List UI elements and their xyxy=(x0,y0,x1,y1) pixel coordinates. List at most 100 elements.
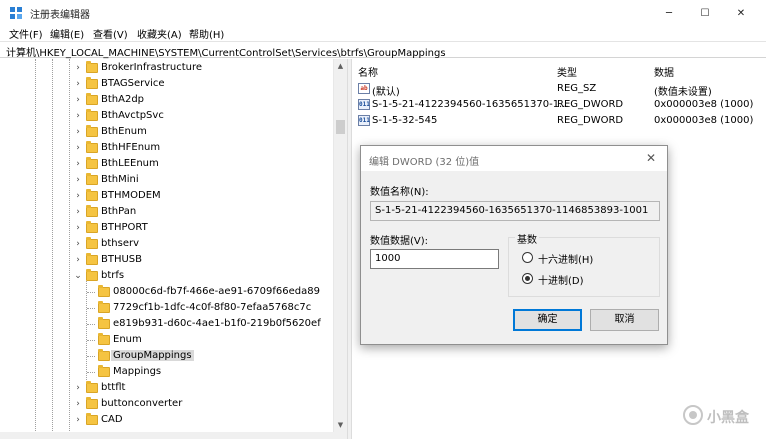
expand-chevron-icon[interactable]: › xyxy=(73,63,83,73)
tree-item[interactable]: › BTHPORT xyxy=(0,221,346,237)
watermark: 小黑盒 xyxy=(683,403,763,427)
tree-item[interactable]: › BthEnum xyxy=(0,125,346,141)
tree-item[interactable]: › bthserv xyxy=(0,237,346,253)
tree-item[interactable]: › BTHMODEM xyxy=(0,189,346,205)
expand-chevron-icon[interactable]: › xyxy=(73,383,83,393)
value-row[interactable]: 011 S-1-5-32-545 REG_DWORD 0x000003e8 (1… xyxy=(352,113,766,129)
menu-view[interactable]: 查看(V) xyxy=(93,26,128,41)
address-bar[interactable]: 计算机\HKEY_LOCAL_MACHINE\SYSTEM\CurrentCon… xyxy=(0,41,766,59)
value-name-field: S-1-5-21-4122394560-1635651370-114685389… xyxy=(370,201,660,221)
watermark-logo-icon xyxy=(683,405,703,425)
tree-item[interactable]: › BthAvctpSvc xyxy=(0,109,346,125)
expand-chevron-icon[interactable]: › xyxy=(73,223,83,233)
tree-item[interactable]: Mappings xyxy=(0,365,346,381)
expand-chevron-icon[interactable]: › xyxy=(73,207,83,217)
tree-item[interactable]: 08000c6d-fb7f-466e-ae91-6709f66eda89 xyxy=(0,285,346,301)
tree-item[interactable]: › buttonconverter xyxy=(0,397,346,413)
collapse-chevron-icon[interactable]: ⌄ xyxy=(73,271,83,281)
decimal-radio-label[interactable]: 十进制(D) xyxy=(538,272,584,287)
tree-item-selected[interactable]: GroupMappings xyxy=(0,349,346,365)
decimal-radio[interactable] xyxy=(522,273,533,284)
column-header-data[interactable]: 数据 xyxy=(654,64,674,79)
expand-chevron-icon[interactable]: › xyxy=(73,239,83,249)
tree-item[interactable]: › CAD xyxy=(0,413,346,429)
folder-icon xyxy=(98,317,110,329)
value-data-label: 数值数据(V): xyxy=(370,236,429,247)
menu-help[interactable]: 帮助(H) xyxy=(189,26,224,41)
maximize-icon: ☐ xyxy=(700,7,710,19)
tree-item[interactable]: › BTAGService xyxy=(0,77,346,93)
tree-item-label: BTHUSB xyxy=(101,254,143,265)
expand-chevron-icon[interactable]: › xyxy=(73,255,83,265)
expand-chevron-icon[interactable]: › xyxy=(73,143,83,153)
expand-chevron-icon[interactable]: › xyxy=(73,191,83,201)
tree-item-label: e819b931-d60c-4ae1-b1f0-219b0f5620ef xyxy=(113,318,321,329)
close-icon: ✕ xyxy=(736,7,746,19)
value-type: REG_SZ xyxy=(557,83,597,94)
dialog-close-icon[interactable]: ✕ xyxy=(643,150,659,166)
maximize-button[interactable]: ☐ xyxy=(687,0,723,26)
tree-item-label: btrfs xyxy=(101,270,125,281)
tree-item[interactable]: › BrokerInfrastructure xyxy=(0,61,346,77)
column-header-type[interactable]: 类型 xyxy=(557,64,577,79)
registry-editor-icon xyxy=(10,7,22,19)
expand-chevron-icon[interactable]: › xyxy=(73,415,83,425)
tree-item-label: BTAGService xyxy=(101,78,165,89)
cancel-button[interactable]: 取消 xyxy=(590,309,659,331)
expand-chevron-icon[interactable]: › xyxy=(73,159,83,169)
scrollbar-thumb[interactable] xyxy=(336,120,345,134)
folder-icon xyxy=(86,269,98,281)
string-value-icon: ab xyxy=(358,83,370,94)
tree-item-label: BTHPORT xyxy=(101,222,148,233)
expand-chevron-icon[interactable]: › xyxy=(73,175,83,185)
folder-icon xyxy=(98,333,110,345)
menu-bar: 文件(F) 编辑(E) 查看(V) 收藏夹(A) 帮助(H) xyxy=(0,25,766,41)
value-type: REG_DWORD xyxy=(557,99,624,110)
tree-horizontal-scrollbar[interactable] xyxy=(0,432,347,439)
address-path[interactable]: 计算机\HKEY_LOCAL_MACHINE\SYSTEM\CurrentCon… xyxy=(6,44,446,59)
expand-chevron-icon[interactable]: › xyxy=(73,111,83,121)
tree-item[interactable]: › BthA2dp xyxy=(0,93,346,109)
menu-file[interactable]: 文件(F) xyxy=(9,26,43,41)
menu-edit[interactable]: 编辑(E) xyxy=(50,26,84,41)
tree-item[interactable]: › BthHFEnum xyxy=(0,141,346,157)
tree-item-label: Mappings xyxy=(113,366,162,377)
ok-button[interactable]: 确定 xyxy=(513,309,582,331)
expand-chevron-icon[interactable]: › xyxy=(73,95,83,105)
folder-icon xyxy=(86,221,98,233)
expand-chevron-icon[interactable]: › xyxy=(73,127,83,137)
tree-item[interactable]: 7729cf1b-1dfc-4c0f-8f80-7efaa5768c7c xyxy=(0,301,346,317)
tree-item-label: BthA2dp xyxy=(101,94,145,105)
tree-item[interactable]: e819b931-d60c-4ae1-b1f0-219b0f5620ef xyxy=(0,317,346,333)
scroll-up-arrow-icon[interactable]: ▲ xyxy=(334,59,347,73)
folder-icon xyxy=(86,93,98,105)
tree-item[interactable]: › BthMini xyxy=(0,173,346,189)
tree-item-label: bthserv xyxy=(101,238,139,249)
value-row[interactable]: 011 S-1-5-21-4122394560-1635651370-1... … xyxy=(352,97,766,113)
menu-favorites[interactable]: 收藏夹(A) xyxy=(137,26,182,41)
value-row[interactable]: ab (默认) REG_SZ (数值未设置) xyxy=(352,81,766,98)
folder-icon xyxy=(98,349,110,361)
tree-item-label: BthPan xyxy=(101,206,137,217)
close-button[interactable]: ✕ xyxy=(723,0,759,26)
tree-scrollbar[interactable]: ▲ ▼ xyxy=(333,59,347,432)
folder-icon xyxy=(86,413,98,425)
tree-item[interactable]: › BthPan xyxy=(0,205,346,221)
value-data-input[interactable]: 1000 xyxy=(370,249,499,269)
tree-item[interactable]: › BTHUSB xyxy=(0,253,346,269)
tree-item[interactable]: Enum xyxy=(0,333,346,349)
expand-chevron-icon[interactable]: › xyxy=(73,79,83,89)
hex-radio[interactable] xyxy=(522,252,533,263)
tree-item[interactable]: › bttflt xyxy=(0,381,346,397)
value-name-label: 数值名称(N): xyxy=(370,187,429,198)
tree-item[interactable]: ⌄ btrfs xyxy=(0,269,346,285)
tree-item[interactable]: › BthLEEnum xyxy=(0,157,346,173)
column-header-name[interactable]: 名称 xyxy=(358,64,378,79)
value-name: S-1-5-32-545 xyxy=(372,115,438,126)
tree-pane: › BrokerInfrastructure › BTAGService › B… xyxy=(0,59,346,439)
minimize-button[interactable]: ─ xyxy=(651,0,687,26)
scroll-down-arrow-icon[interactable]: ▼ xyxy=(334,418,347,432)
expand-chevron-icon[interactable]: › xyxy=(73,399,83,409)
hex-radio-label[interactable]: 十六进制(H) xyxy=(538,251,593,266)
folder-icon xyxy=(86,61,98,73)
